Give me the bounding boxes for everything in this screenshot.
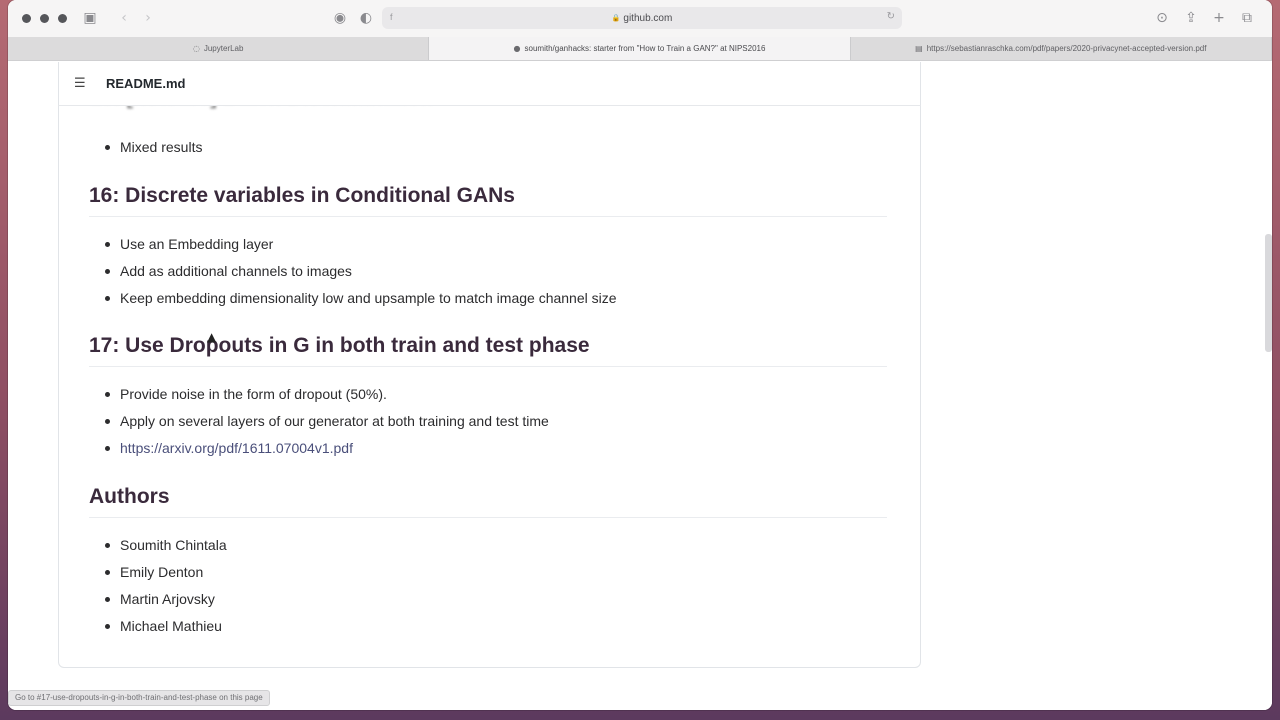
tab-bar: ◌ JupyterLab ● soumith/ganhacks: starter…	[8, 37, 1272, 61]
authors-list: Soumith Chintala Emily Denton Martin Arj…	[89, 535, 227, 643]
heading-rule	[89, 366, 887, 367]
tab-label: JupyterLab	[203, 44, 244, 53]
list-item: Mixed results	[89, 137, 202, 164]
tab-pdf[interactable]: ▤ https://sebastianraschka.com/pdf/paper…	[851, 37, 1272, 60]
page-menu-icon[interactable]: f	[390, 12, 393, 22]
tab-jupyterlab[interactable]: ◌ JupyterLab	[8, 37, 430, 60]
sec16-list: Use an Embedding layer Add as additional…	[89, 234, 617, 315]
jupyter-icon: ◌	[192, 44, 200, 53]
window-controls	[22, 14, 67, 23]
pdf-icon: ▤	[915, 44, 923, 53]
forward-icon[interactable]: ›	[139, 9, 157, 27]
close-window-button[interactable]	[22, 14, 31, 23]
list-item: Keep embedding dimensionality low and up…	[89, 288, 617, 315]
share-icon[interactable]: ⇪	[1182, 9, 1200, 27]
privacy-report-icon[interactable]: ◉	[331, 9, 349, 27]
browser-window: ▣ ‹ › ◉ ◐ f 🔒 github.com ↻ ⊙ ⇪ + ⧉ ◌ Jup…	[8, 0, 1272, 710]
list-item: Martin Arjovsky	[89, 589, 227, 616]
sec15-list: Mixed results	[89, 137, 202, 164]
readme-filename: README.md	[106, 76, 186, 91]
readme-header: ☰ README.md	[58, 62, 921, 106]
heading-authors: Authors	[89, 485, 170, 508]
list-item: Provide noise in the form of dropout (50…	[89, 384, 549, 411]
address-bar[interactable]: f 🔒 github.com ↻	[382, 7, 902, 29]
heading-rule	[89, 517, 887, 518]
list-item: Michael Mathieu	[89, 616, 227, 643]
list-item: Add as additional channels to images	[89, 261, 617, 288]
list-item: Apply on several layers of our generator…	[89, 411, 549, 438]
list-item: Use an Embedding layer	[89, 234, 617, 261]
heading-rule	[89, 216, 887, 217]
heading-17: 17: Use Dropouts in G in both train and …	[89, 334, 590, 357]
arxiv-link[interactable]: https://arxiv.org/pdf/1611.07004v1.pdf	[89, 438, 549, 465]
address-text: github.com	[623, 12, 673, 24]
tab-label: soumith/ganhacks: starter from "How to T…	[524, 44, 766, 53]
back-icon[interactable]: ‹	[115, 9, 133, 27]
page-content: 15: [notsure] Batch Discrimination ☰ REA…	[8, 62, 1272, 710]
reload-icon[interactable]: ↻	[887, 11, 895, 22]
list-item: Soumith Chintala	[89, 535, 227, 562]
status-bar: Go to #17-use-dropouts-in-g-in-both-trai…	[8, 690, 270, 706]
heading-16: 16: Discrete variables in Conditional GA…	[89, 184, 515, 207]
scrollbar[interactable]	[1265, 234, 1272, 352]
browser-toolbar: ▣ ‹ › ◉ ◐ f 🔒 github.com ↻ ⊙ ⇪ + ⧉	[8, 0, 1272, 37]
tab-ganhacks[interactable]: ● soumith/ganhacks: starter from "How to…	[429, 37, 851, 60]
shield-icon[interactable]: ◐	[357, 9, 375, 27]
list-item: Emily Denton	[89, 562, 227, 589]
outline-list-icon[interactable]: ☰	[74, 76, 90, 91]
minimize-window-button[interactable]	[40, 14, 49, 23]
github-icon: ●	[513, 44, 521, 53]
zoom-window-button[interactable]	[58, 14, 67, 23]
lock-icon: 🔒	[611, 14, 621, 22]
downloads-icon[interactable]: ⊙	[1153, 9, 1171, 27]
new-tab-icon[interactable]: +	[1210, 9, 1228, 27]
sec17-list: Provide noise in the form of dropout (50…	[89, 384, 549, 465]
tab-overview-icon[interactable]: ⧉	[1238, 9, 1256, 27]
tab-label: https://sebastianraschka.com/pdf/papers/…	[926, 44, 1207, 53]
sidebar-toggle-icon[interactable]: ▣	[81, 9, 99, 27]
mouse-cursor-icon: ▲	[207, 330, 217, 344]
